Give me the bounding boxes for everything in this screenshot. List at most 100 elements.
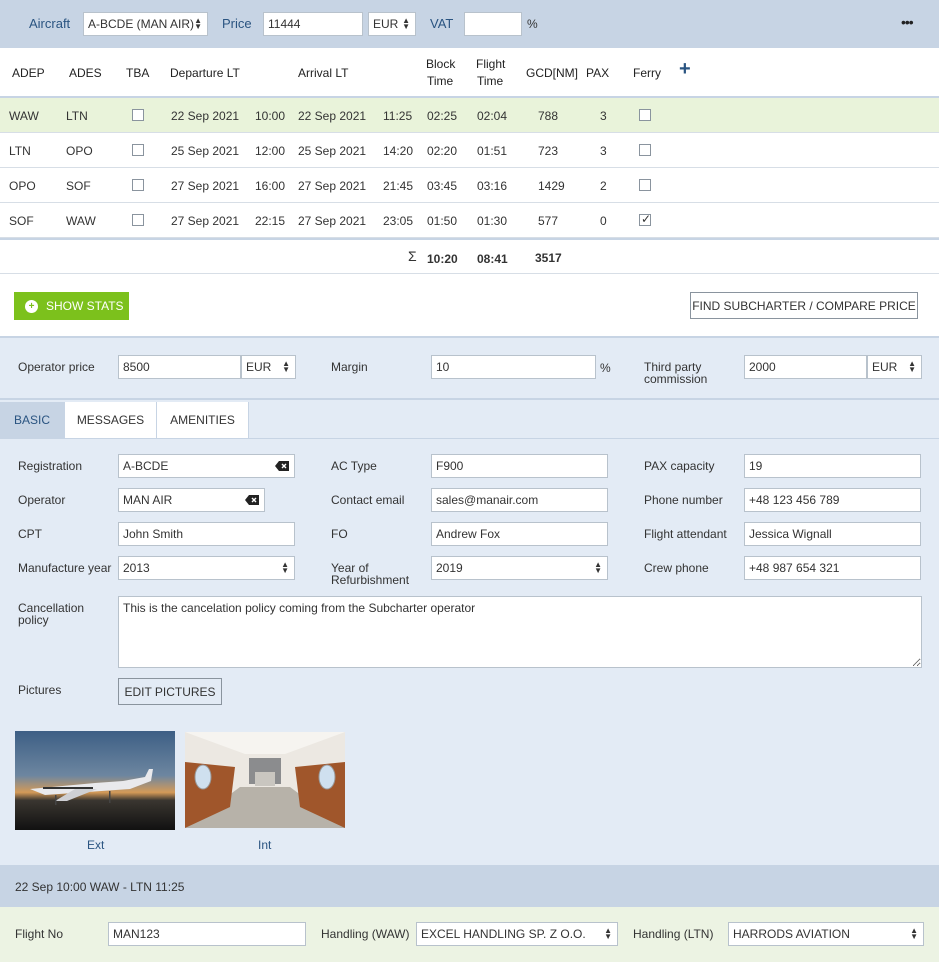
cell-dep-time: 12:00 [255, 144, 286, 158]
tab-amenities[interactable]: AMENITIES [157, 402, 249, 438]
chevron-updown-icon: ▲ ▼ [604, 926, 612, 941]
handling-ltn-select[interactable]: HARRODS AVIATION ▲ ▼ [728, 922, 924, 946]
handling-waw-select[interactable]: EXCEL HANDLING SP. Z O.O. ▲ ▼ [416, 922, 618, 946]
registration-label: Registration [18, 459, 83, 473]
cell-ades: WAW [66, 214, 96, 228]
find-subcharter-button[interactable]: FIND SUBCHARTER / COMPARE PRICE [690, 292, 918, 319]
fo-input[interactable] [431, 522, 608, 546]
cell-dep-date: 27 Sep 2021 [171, 214, 240, 228]
basic-form: Registration AC Type PAX capacity Operat… [0, 440, 939, 865]
col-block-2: Time [427, 74, 454, 88]
operator-wrapper [118, 488, 265, 512]
refurb-year-select[interactable]: 2019 ▲ ▼ [431, 556, 608, 580]
table-row[interactable]: OPO SOF 27 Sep 2021 16:00 27 Sep 2021 21:45 03… [0, 168, 939, 203]
phone-input[interactable] [744, 488, 921, 512]
col-ferry: Ferry [633, 66, 661, 80]
col-ades: ADES [69, 66, 102, 80]
ac-type-input[interactable] [431, 454, 608, 478]
flight-no-input[interactable] [108, 922, 306, 946]
cell-dep-date: 22 Sep 2021 [171, 109, 240, 123]
operator-currency-select[interactable]: EUR ▲ ▼ [241, 355, 296, 379]
col-tba: TBA [126, 66, 150, 80]
cell-flight: 01:30 [477, 214, 508, 228]
pax-capacity-label: PAX capacity [644, 459, 715, 473]
tab-basic[interactable]: BASIC [0, 402, 65, 438]
edit-pictures-button[interactable]: EDIT PICTURES [118, 678, 222, 705]
table-row[interactable]: LTN OPO 25 Sep 2021 12:00 25 Sep 2021 14:20 02… [0, 133, 939, 168]
cell-arr-time: 23:05 [383, 214, 414, 228]
attendant-input[interactable] [744, 522, 921, 546]
cell-block: 02:20 [427, 144, 458, 158]
tba-checkbox[interactable] [132, 179, 144, 191]
interior-picture[interactable] [185, 732, 345, 828]
vat-label: VAT [430, 16, 454, 31]
ferry-checkbox[interactable] [639, 179, 651, 191]
table-row[interactable]: WAW LTN 22 Sep 2021 10:00 22 Sep 2021 11:25 02… [0, 98, 939, 133]
interior-caption: Int [258, 838, 272, 852]
edit-pictures-label: EDIT PICTURES [124, 684, 216, 699]
contact-email-label: Contact email [331, 493, 405, 507]
tba-checkbox[interactable] [132, 144, 144, 156]
tba-checkbox[interactable] [132, 214, 144, 226]
pricing-section: Operator price EUR ▲▼ Margin % Third par… [0, 340, 939, 400]
chevron-updown-icon: ▲ ▼ [910, 926, 918, 941]
plus-circle-icon: + [25, 299, 38, 313]
ferry-checkbox[interactable] [639, 212, 651, 226]
table-row[interactable]: SOF WAW 27 Sep 2021 22:15 27 Sep 2021 23:05 01… [0, 203, 939, 238]
handling-section: Flight No Handling (WAW) EXCEL HANDLING … [0, 907, 939, 962]
crew-phone-label: Crew phone [644, 561, 709, 575]
cancellation-policy-textarea[interactable]: This is the cancelation policy coming fr… [118, 596, 922, 668]
tba-checkbox[interactable] [132, 109, 144, 121]
sigma-symbol: Σ [408, 248, 417, 264]
col-departure: Departure LT [170, 66, 240, 80]
stats-bar: + SHOW STATS FIND SUBCHARTER / COMPARE P… [0, 274, 939, 338]
refurb-year-value: 2019 [436, 561, 463, 575]
cell-arr-date: 27 Sep 2021 [298, 179, 367, 193]
third-party-input[interactable] [744, 355, 867, 379]
cell-pax: 0 [600, 214, 607, 228]
cell-flight: 01:51 [477, 144, 508, 158]
margin-input[interactable] [431, 355, 596, 379]
vat-input[interactable] [464, 12, 522, 36]
contact-email-input[interactable] [431, 488, 608, 512]
registration-input[interactable] [118, 454, 295, 478]
tabs-bar: BASIC MESSAGES AMENITIES [0, 402, 939, 439]
handling-ltn-label: Handling (LTN) [633, 927, 714, 941]
operator-price-input[interactable] [118, 355, 241, 379]
add-leg-icon[interactable]: + [679, 58, 691, 81]
operator-label: Operator [18, 493, 66, 507]
chevron-updown-icon: ▲ ▼ [908, 359, 916, 374]
top-bar: Aircraft A-BCDE (MAN AIR) ▲▼ Price EUR ▲… [0, 0, 939, 48]
cell-gcd: 1429 [538, 179, 565, 193]
chevron-updown-icon: ▲ ▼ [194, 16, 202, 31]
cell-flight: 02:04 [477, 109, 508, 123]
cell-arr-time: 21:45 [383, 179, 414, 193]
clear-input-icon[interactable] [275, 461, 289, 471]
leg-title: 22 Sep 10:00 WAW - LTN 11:25 [15, 880, 185, 894]
aircraft-select-value: A-BCDE (MAN AIR) [88, 17, 195, 31]
cell-adep: WAW [9, 109, 39, 123]
cell-gcd: 577 [538, 214, 559, 228]
aircraft-label: Aircraft [29, 16, 71, 31]
price-currency-select[interactable]: EUR ▲ ▼ [368, 12, 416, 36]
tab-messages[interactable]: MESSAGES [65, 402, 157, 438]
manufacture-year-select[interactable]: 2013 ▲ ▼ [118, 556, 295, 580]
aircraft-select[interactable]: A-BCDE (MAN AIR) ▲ ▼ [83, 12, 208, 36]
price-input[interactable] [263, 12, 363, 36]
pax-capacity-input[interactable] [744, 454, 921, 478]
phone-label: Phone number [644, 493, 723, 507]
col-pax: PAX [586, 66, 610, 80]
pictures-label: Pictures [18, 683, 62, 697]
more-options-icon[interactable]: ••• [901, 14, 914, 30]
crew-phone-input[interactable] [744, 556, 921, 580]
cpt-input[interactable] [118, 522, 295, 546]
clear-input-icon[interactable] [245, 495, 259, 505]
ferry-checkbox[interactable] [639, 144, 651, 156]
operator-input[interactable] [118, 488, 265, 512]
flight-no-label: Flight No [15, 927, 64, 941]
exterior-picture[interactable] [15, 731, 175, 830]
ferry-checkbox[interactable] [639, 109, 651, 121]
show-stats-button[interactable]: + SHOW STATS [14, 292, 129, 320]
third-party-currency-select[interactable]: EUR ▲ ▼ [867, 355, 922, 379]
total-gcd: 3517 [535, 251, 562, 265]
